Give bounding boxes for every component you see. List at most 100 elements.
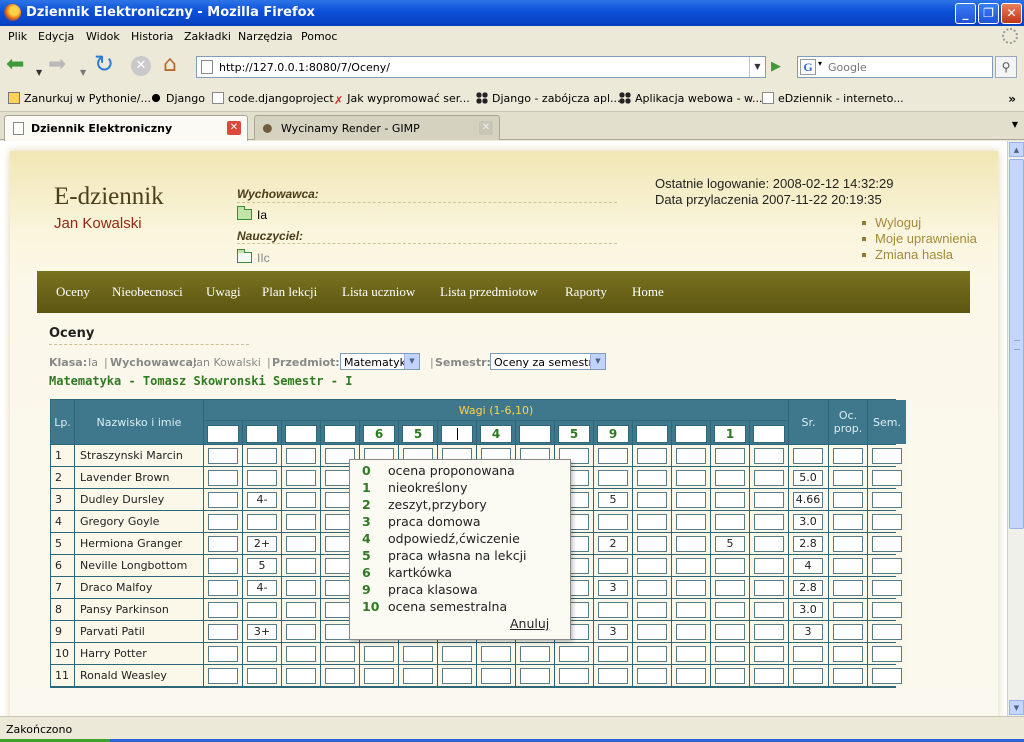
proposed-grade-input[interactable] (833, 580, 863, 596)
reload-icon[interactable]: ↻ (94, 52, 114, 76)
bookmark-item[interactable]: Django (150, 92, 205, 105)
grade-input[interactable] (208, 470, 238, 486)
grade-input[interactable] (676, 448, 706, 464)
proposed-grade-input[interactable] (833, 492, 863, 508)
nav-nieobecnosci[interactable]: Nieobecnosci (112, 284, 183, 300)
semester-grade-input[interactable] (872, 514, 902, 530)
grade-input[interactable] (754, 470, 784, 486)
grade-input[interactable] (676, 602, 706, 618)
semester-grade-input[interactable] (872, 624, 902, 640)
grade-input[interactable] (637, 514, 667, 530)
weight-input[interactable] (441, 425, 473, 443)
chevron-right-icon[interactable]: » (1008, 92, 1016, 106)
maximize-button[interactable]: ❐ (978, 3, 999, 24)
class-link-iic[interactable]: IIc (237, 249, 270, 265)
grade-input[interactable] (637, 624, 667, 640)
nav-lista-przedmiotow[interactable]: Lista przedmiotow (440, 284, 538, 300)
grade-input[interactable] (676, 624, 706, 640)
grade-input[interactable] (208, 624, 238, 640)
grade-input[interactable] (715, 558, 745, 574)
grade-input[interactable]: 2 (598, 536, 628, 552)
url-text[interactable]: http://127.0.0.1:8080/7/Oceny/ (219, 61, 390, 74)
grade-input[interactable] (247, 470, 277, 486)
semestr-select[interactable]: Oceny za semestr I ▼ (490, 353, 606, 370)
grade-input[interactable] (637, 668, 667, 684)
back-history-dropdown-icon[interactable]: ▼ (36, 62, 42, 84)
grade-input[interactable] (403, 668, 433, 684)
grade-input[interactable] (715, 602, 745, 618)
weight-option[interactable]: 5 praca własna na lekcji (362, 548, 527, 565)
grade-input[interactable] (247, 602, 277, 618)
tab-gimp[interactable]: Wycinamy Render - GIMP ✕ (254, 115, 500, 140)
grade-input[interactable] (286, 646, 316, 662)
semester-grade-input[interactable] (872, 558, 902, 574)
proposed-grade-input[interactable] (833, 624, 863, 640)
grade-input[interactable] (598, 646, 628, 662)
back-arrow-icon[interactable]: ⬅ (6, 54, 24, 76)
close-window-button[interactable]: ✕ (1001, 3, 1022, 24)
weight-input[interactable]: 4 (480, 425, 512, 443)
grade-input[interactable] (364, 646, 394, 662)
weight-option[interactable]: 1 nieokreślony (362, 480, 467, 497)
weight-input[interactable] (675, 425, 707, 443)
semester-grade-input[interactable] (872, 448, 902, 464)
menu-zakladki[interactable]: Zakładki (184, 30, 231, 43)
proposed-grade-input[interactable] (833, 448, 863, 464)
grade-input[interactable] (208, 602, 238, 618)
grade-input[interactable] (208, 536, 238, 552)
bookmark-item[interactable]: code.djangoproject (212, 92, 334, 105)
grade-input[interactable] (676, 558, 706, 574)
weight-input[interactable] (324, 425, 356, 443)
grade-input[interactable] (286, 514, 316, 530)
grade-input[interactable] (754, 624, 784, 640)
grade-input[interactable] (637, 646, 667, 662)
grade-input[interactable] (325, 646, 355, 662)
semester-grade-input[interactable] (872, 470, 902, 486)
grade-input[interactable] (754, 646, 784, 662)
close-tab-icon[interactable]: ✕ (227, 121, 241, 135)
bookmark-item[interactable]: Zanurkuj w Pythonie/... (8, 92, 151, 105)
grade-input[interactable] (286, 558, 316, 574)
scroll-down-icon[interactable]: ▼ (1009, 700, 1024, 715)
url-dropdown-icon[interactable]: ▼ (749, 57, 765, 77)
grade-input[interactable] (598, 668, 628, 684)
tab-dziennik[interactable]: Dziennik Elektroniczny ✕ (4, 115, 248, 141)
grade-input[interactable] (715, 624, 745, 640)
grade-input[interactable] (676, 470, 706, 486)
przedmiot-select[interactable]: Matematyka ▼ (340, 353, 420, 370)
nav-plan-lekcji[interactable]: Plan lekcji (262, 284, 317, 300)
grade-input[interactable] (754, 558, 784, 574)
grade-input[interactable] (715, 580, 745, 596)
grade-input[interactable] (754, 514, 784, 530)
weight-input[interactable] (246, 425, 278, 443)
grade-input[interactable] (676, 668, 706, 684)
menu-pomoc[interactable]: Pomoc (301, 30, 337, 43)
search-bar[interactable]: G ▾ (797, 56, 993, 78)
bookmark-item[interactable]: Aplikacja webowa - w... (619, 92, 763, 105)
grade-input[interactable] (637, 470, 667, 486)
permissions-link[interactable]: Moje uprawnienia (862, 231, 977, 246)
grade-input[interactable] (247, 448, 277, 464)
proposed-grade-input[interactable] (833, 514, 863, 530)
home-icon[interactable]: ⌂ (163, 54, 177, 76)
grade-input[interactable] (637, 580, 667, 596)
grade-input[interactable] (286, 470, 316, 486)
grade-input[interactable] (442, 668, 472, 684)
grade-input[interactable] (676, 580, 706, 596)
weight-input[interactable] (519, 425, 551, 443)
grade-input[interactable] (286, 624, 316, 640)
grade-input[interactable] (520, 646, 550, 662)
grade-input[interactable] (481, 646, 511, 662)
grade-input[interactable] (364, 668, 394, 684)
grade-input[interactable] (598, 470, 628, 486)
weight-input[interactable] (636, 425, 668, 443)
weight-option[interactable]: 6 kartkówka (362, 565, 452, 582)
grade-input[interactable] (247, 646, 277, 662)
weight-input[interactable] (753, 425, 785, 443)
semester-grade-input[interactable] (872, 580, 902, 596)
grade-input[interactable] (286, 668, 316, 684)
grade-input[interactable] (637, 448, 667, 464)
menu-narzedzia[interactable]: Narzędzia (238, 30, 293, 43)
grade-input[interactable] (403, 646, 433, 662)
grade-input[interactable] (715, 668, 745, 684)
